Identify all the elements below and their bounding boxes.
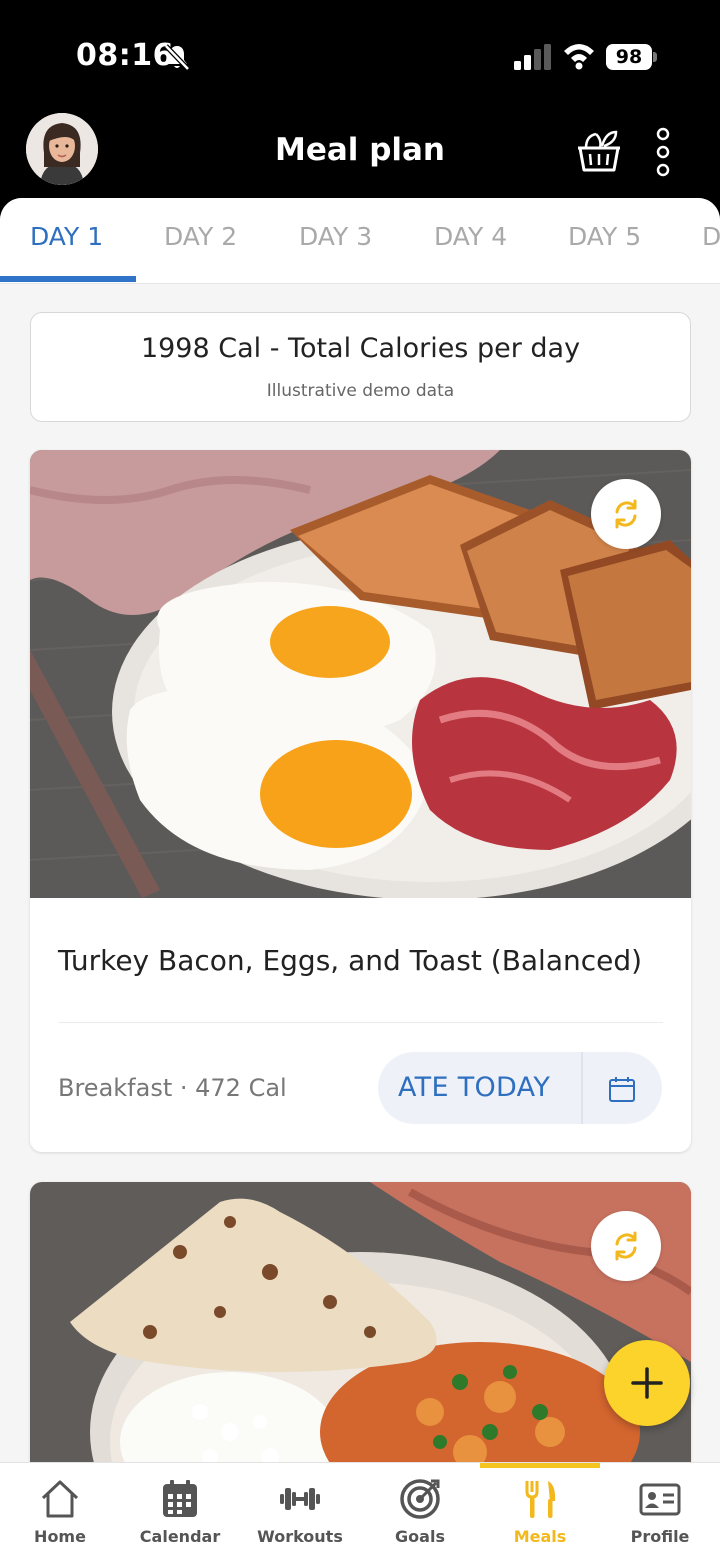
tab-day-2[interactable]: DAY 2	[164, 222, 237, 251]
tab-day-4[interactable]: DAY 4	[434, 222, 507, 251]
swap-icon	[615, 1231, 637, 1261]
swap-meal-button[interactable]	[591, 1211, 661, 1281]
button-separator	[581, 1052, 583, 1124]
basket-icon[interactable]	[574, 126, 624, 176]
ate-today-group: ATE TODAY	[378, 1052, 662, 1124]
ate-today-button[interactable]: ATE TODAY	[398, 1072, 550, 1103]
nav-label: Meals	[513, 1527, 567, 1546]
bottom-nav: Home Calendar Workouts Goals Meals Profi…	[0, 1462, 720, 1560]
tab-day-6[interactable]: D	[702, 222, 720, 251]
dumbbell-icon	[280, 1488, 320, 1510]
nav-goals[interactable]: Goals	[360, 1463, 480, 1560]
id-card-icon	[639, 1483, 681, 1516]
meal-name[interactable]: Turkey Bacon, Eggs, and Toast (Balanced)	[58, 944, 642, 977]
more-options-icon[interactable]	[650, 126, 676, 178]
plus-icon	[631, 1367, 663, 1399]
nav-meals[interactable]: Meals	[480, 1463, 600, 1560]
fork-knife-icon	[525, 1481, 556, 1518]
status-time: 08:16	[76, 38, 174, 73]
nav-workouts[interactable]: Workouts	[240, 1463, 360, 1560]
add-button[interactable]	[604, 1340, 690, 1426]
meal-type-calories: Breakfast · 472 Cal	[58, 1074, 287, 1102]
divider	[58, 1022, 663, 1023]
nav-label: Profile	[630, 1527, 690, 1546]
tab-day-3[interactable]: DAY 3	[299, 222, 372, 251]
calendar-icon	[163, 1480, 197, 1517]
nav-label: Goals	[395, 1527, 445, 1546]
status-bar: 08:16 98	[0, 0, 720, 110]
app-bar: Meal plan	[0, 110, 720, 198]
home-icon	[41, 1480, 79, 1518]
meal-card[interactable]	[30, 1182, 691, 1462]
wifi-icon	[564, 44, 594, 70]
nav-home[interactable]: Home	[0, 1463, 120, 1560]
cellular-signal-icon	[514, 44, 551, 70]
total-calories: 1998 Cal - Total Calories per day	[140, 333, 581, 364]
battery-tip	[653, 52, 657, 62]
swap-meal-button[interactable]	[591, 479, 661, 549]
bell-off-icon	[164, 44, 190, 71]
meal-photo	[30, 1182, 691, 1462]
target-icon	[400, 1479, 440, 1519]
demo-data-note: Illustrative demo data	[266, 381, 455, 401]
content-area: DAY 1 DAY 2 DAY 3 DAY 4 DAY 5 D 1998 Cal…	[0, 198, 720, 1462]
swap-icon	[615, 499, 637, 529]
day-tabs: DAY 1 DAY 2 DAY 3 DAY 4 DAY 5 D	[0, 198, 720, 284]
nav-profile[interactable]: Profile	[600, 1463, 720, 1560]
nav-label: Workouts	[257, 1527, 343, 1546]
calories-summary-card: 1998 Cal - Total Calories per day Illust…	[30, 312, 691, 422]
tab-day-1[interactable]: DAY 1	[30, 222, 103, 251]
nav-label: Home	[34, 1527, 86, 1546]
nav-label: Calendar	[139, 1527, 221, 1546]
nav-calendar[interactable]: Calendar	[120, 1463, 240, 1560]
meal-card[interactable]: Turkey Bacon, Eggs, and Toast (Balanced)…	[30, 450, 691, 1152]
calendar-icon[interactable]	[607, 1074, 637, 1104]
active-tab-indicator	[0, 276, 136, 282]
tab-day-5[interactable]: DAY 5	[568, 222, 641, 251]
battery-level: 98	[606, 44, 652, 70]
